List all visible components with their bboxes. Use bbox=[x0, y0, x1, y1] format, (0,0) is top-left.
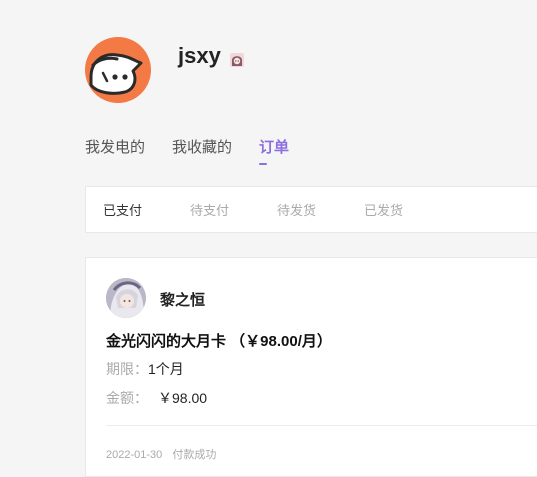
filter-shipped[interactable]: 已发货 bbox=[364, 200, 403, 219]
cartoon-face-icon bbox=[89, 53, 143, 95]
amount-row: 金额： ￥98.00 bbox=[106, 388, 207, 408]
profile-tabs: 我发电的 我收藏的 订单 bbox=[85, 136, 316, 165]
creator-avatar[interactable] bbox=[106, 278, 146, 318]
username: jsxy bbox=[178, 43, 245, 69]
period-value: 1个月 bbox=[148, 361, 184, 377]
tab-powered[interactable]: 我发电的 bbox=[85, 136, 145, 157]
order-status: 付款成功 bbox=[172, 449, 217, 461]
plan-title: 金光闪闪的大月卡 （￥98.00/月） bbox=[106, 333, 332, 350]
order-meta: 2022-01-30 付款成功 bbox=[106, 446, 216, 462]
anime-girl-badge-icon bbox=[229, 48, 245, 67]
filter-unpaid[interactable]: 待支付 bbox=[190, 200, 229, 219]
filter-awaiting-shipment[interactable]: 待发货 bbox=[277, 200, 316, 219]
order-card: 黎之恒 金光闪闪的大月卡 （￥98.00/月） 期限： 1个月 金额： ￥98.… bbox=[85, 257, 537, 477]
order-status-filter: 已支付 待支付 待发货 已发货 bbox=[85, 186, 537, 233]
tab-orders[interactable]: 订单 bbox=[259, 136, 289, 165]
amount-value: ￥98.00 bbox=[158, 390, 208, 406]
period-row: 期限： 1个月 bbox=[106, 359, 184, 379]
period-label: 期限： bbox=[106, 361, 148, 377]
divider bbox=[106, 425, 537, 426]
tab-favorites[interactable]: 我收藏的 bbox=[172, 136, 232, 157]
filter-paid[interactable]: 已支付 bbox=[103, 200, 142, 219]
amount-label: 金额： bbox=[106, 390, 148, 406]
creator-name[interactable]: 黎之恒 bbox=[160, 289, 205, 310]
username-text: jsxy bbox=[178, 43, 221, 68]
user-avatar[interactable] bbox=[85, 37, 151, 103]
order-date: 2022-01-30 bbox=[106, 449, 163, 461]
